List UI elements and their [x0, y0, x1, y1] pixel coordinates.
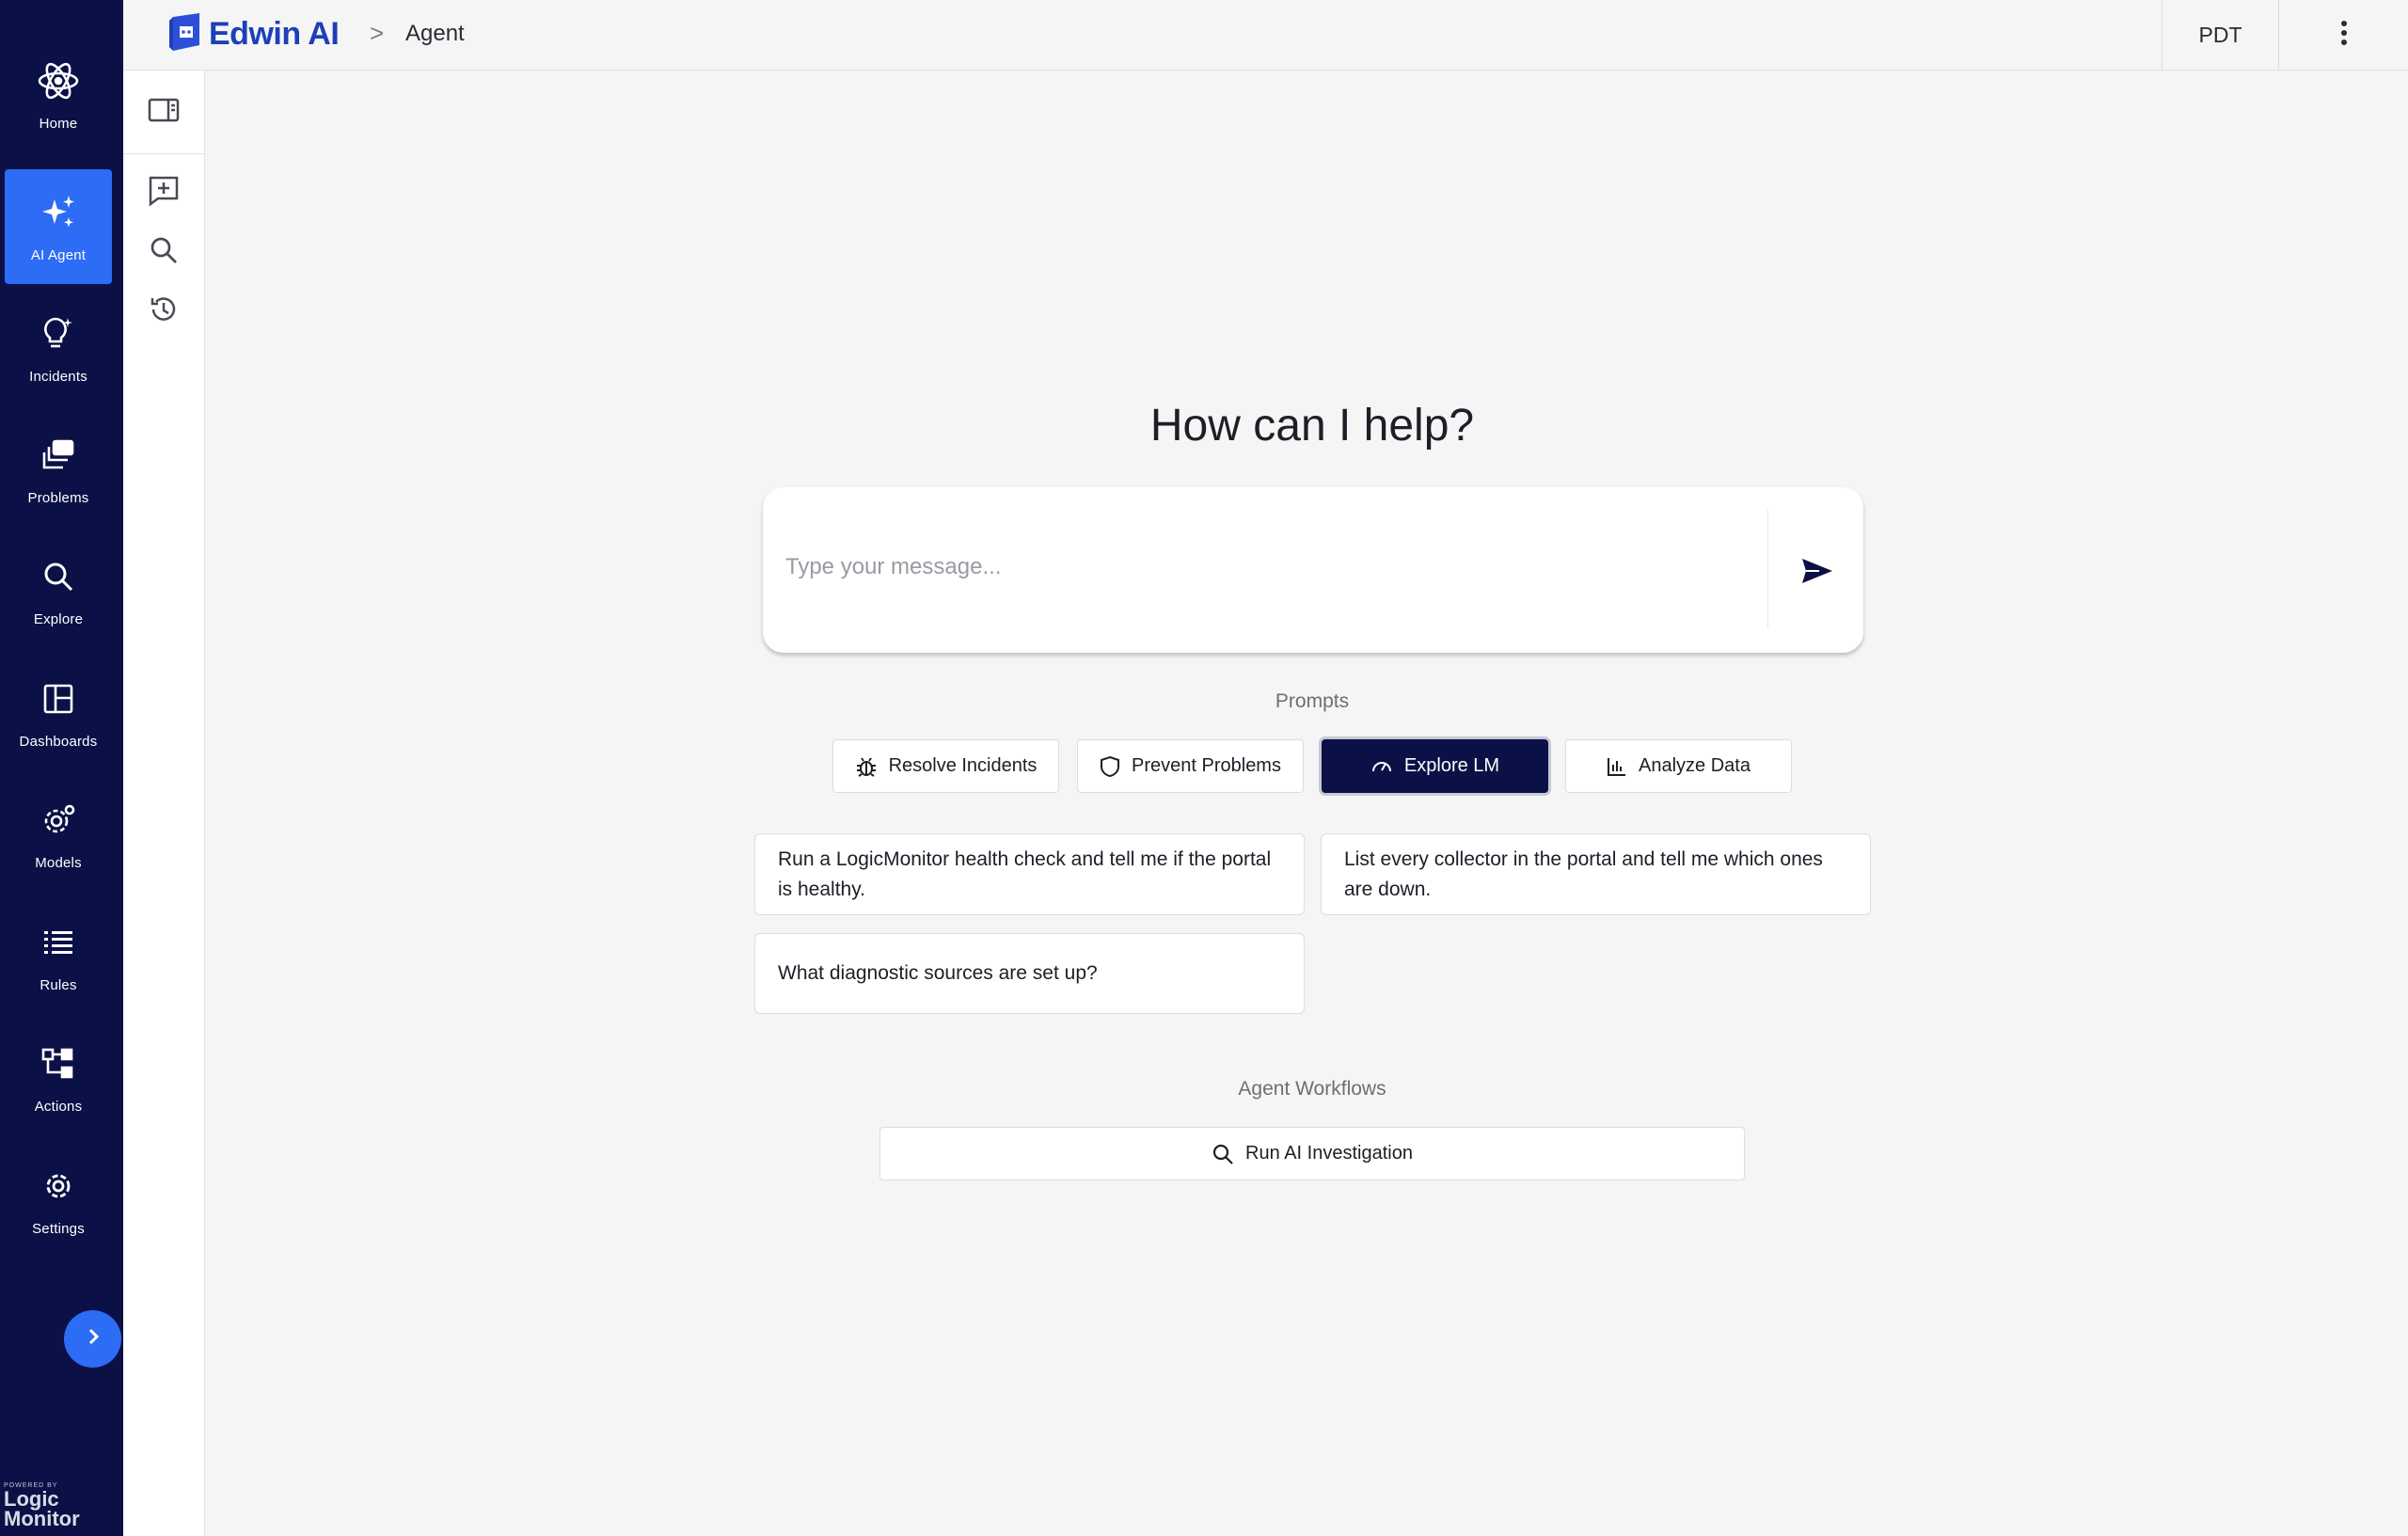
tab-label: Resolve Incidents: [888, 755, 1038, 776]
nav-item-problems[interactable]: Problems: [5, 412, 112, 527]
bug-icon: [855, 755, 878, 778]
nav-item-ai-agent[interactable]: AI Agent: [5, 169, 112, 284]
brand-line-2: Monitor: [4, 1507, 80, 1530]
add-message-icon: [148, 175, 180, 212]
nav-item-dashboards[interactable]: Dashboards: [5, 656, 112, 770]
prompts-label: Prompts: [1275, 690, 1350, 712]
tool-divider: [123, 153, 205, 154]
powered-by-logo: POWERED BY Logic Monitor: [4, 1482, 80, 1530]
primary-nav: Home AI Agent Incidents Problems Explore…: [0, 0, 123, 1536]
kebab-menu-icon: [2340, 20, 2348, 51]
nav-item-settings[interactable]: Settings: [5, 1143, 112, 1258]
agent-workflows-label: Agent Workflows: [1238, 1078, 1386, 1100]
logo-text: Edwin AI: [209, 16, 340, 52]
nav-label-incidents: Incidents: [29, 368, 87, 385]
nav-label-dashboards: Dashboards: [19, 733, 98, 750]
run-ai-investigation-button[interactable]: Run AI Investigation: [879, 1127, 1745, 1180]
tab-prevent-problems[interactable]: Prevent Problems: [1077, 739, 1304, 793]
history-icon: [149, 294, 179, 329]
nav-item-actions[interactable]: Actions: [5, 1021, 112, 1135]
timezone-button[interactable]: PDT: [2162, 0, 2278, 71]
message-input[interactable]: [785, 539, 1745, 595]
chat-input-box: [763, 487, 1863, 653]
nav-label-rules: Rules: [40, 976, 77, 993]
page-title: How can I help?: [1149, 401, 1475, 451]
nav-item-incidents[interactable]: Incidents: [5, 291, 112, 405]
chevron-right-icon: [83, 1326, 103, 1352]
tab-explore-lm[interactable]: Explore LM: [1322, 739, 1548, 793]
workflow-icon: [37, 1042, 80, 1085]
gauge-icon: [1370, 755, 1393, 778]
nav-label-home: Home: [39, 115, 78, 132]
new-chat-button[interactable]: [140, 169, 187, 216]
top-header: Edwin AI > Agent PDT: [123, 0, 2408, 71]
more-options-button[interactable]: [2279, 0, 2408, 71]
breadcrumb-separator: >: [370, 19, 385, 47]
nav-label-ai-agent: AI Agent: [30, 246, 87, 263]
stacked-windows-icon: [37, 434, 80, 477]
tool-column: [123, 0, 205, 1536]
edwin-ai-logo[interactable]: Edwin AI: [167, 11, 340, 57]
dashboard-layout-icon: [37, 677, 80, 720]
brand-line-1: Logic: [4, 1487, 59, 1511]
nav-item-explore[interactable]: Explore: [5, 533, 112, 648]
bar-chart-icon: [1607, 756, 1627, 777]
atom-icon: [37, 59, 80, 103]
nav-label-problems: Problems: [27, 489, 89, 506]
tab-analyze-data[interactable]: Analyze Data: [1565, 739, 1792, 793]
edwin-logo-icon: [167, 11, 203, 57]
send-button[interactable]: [1788, 544, 1846, 602]
nav-item-models[interactable]: Models: [5, 777, 112, 892]
workflow-button-label: Run AI Investigation: [1245, 1143, 1413, 1164]
breadcrumb: Agent: [405, 21, 465, 46]
settings-icon: [37, 1164, 80, 1208]
expand-nav-button[interactable]: [64, 1310, 121, 1368]
nav-item-home[interactable]: Home: [5, 38, 112, 152]
lightbulb-icon: [37, 312, 80, 356]
input-divider: [1767, 510, 1768, 628]
suggestion-card[interactable]: Run a LogicMonitor health check and tell…: [754, 833, 1305, 915]
chat-history-button[interactable]: [140, 288, 187, 335]
search-icon: [1212, 1143, 1234, 1165]
suggestion-card[interactable]: List every collector in the portal and t…: [1321, 833, 1871, 915]
gear-cog-icon: [37, 799, 80, 842]
nav-label-models: Models: [35, 854, 82, 871]
list-icon: [37, 921, 80, 964]
tab-label: Analyze Data: [1639, 755, 1751, 776]
nav-item-rules[interactable]: Rules: [5, 899, 112, 1014]
search-icon: [37, 555, 80, 598]
tab-resolve-incidents[interactable]: Resolve Incidents: [832, 739, 1059, 793]
search-icon: [150, 236, 178, 269]
search-chats-button[interactable]: [140, 229, 187, 276]
nav-label-actions: Actions: [34, 1098, 83, 1115]
shield-icon: [1100, 755, 1120, 778]
send-icon: [1800, 557, 1834, 590]
tab-label: Explore LM: [1403, 755, 1500, 776]
sparkles-icon: [37, 191, 80, 234]
tab-label: Prevent Problems: [1132, 755, 1281, 776]
panel-toggle-icon: [148, 97, 180, 128]
toggle-panel-button[interactable]: [140, 88, 187, 135]
nav-label-settings: Settings: [32, 1220, 85, 1237]
suggestion-card[interactable]: What diagnostic sources are set up?: [754, 933, 1305, 1014]
nav-label-explore: Explore: [33, 610, 84, 627]
